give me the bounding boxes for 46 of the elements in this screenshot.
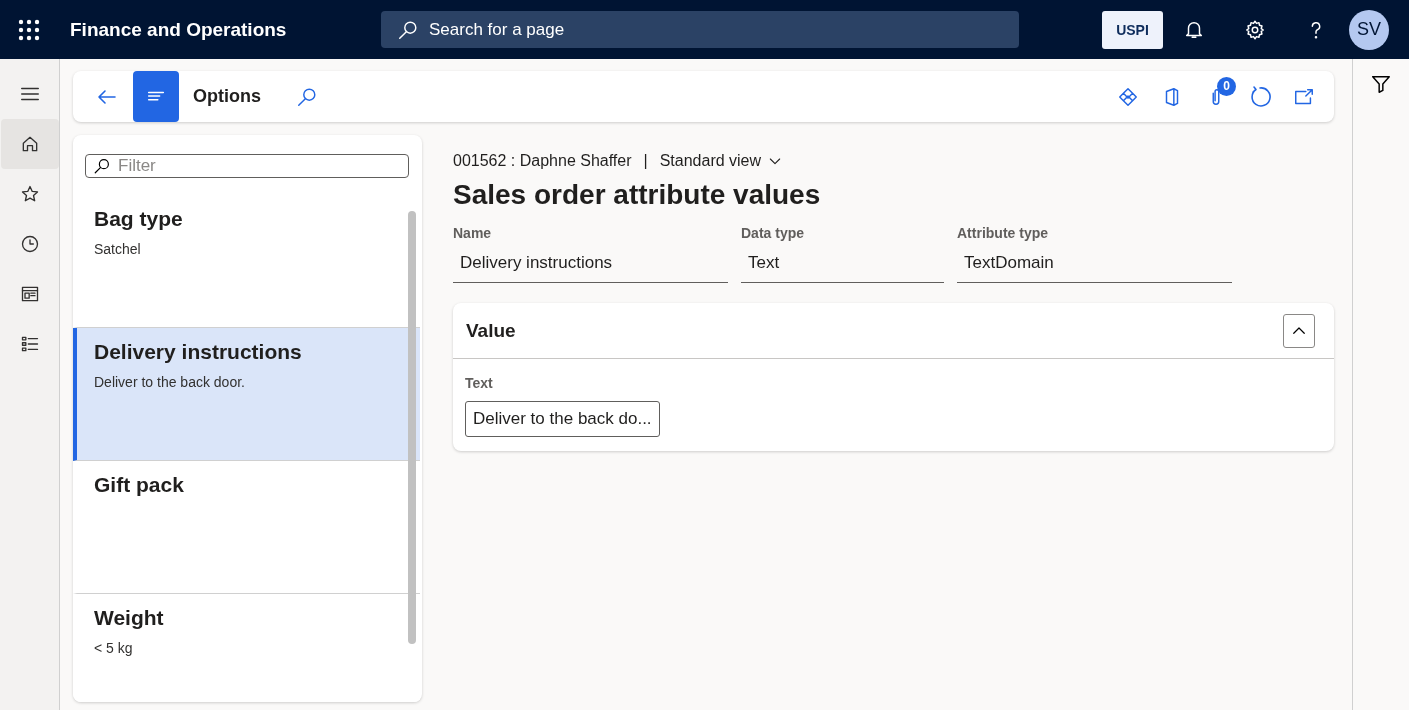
field-value[interactable]: Delivery instructions (453, 247, 728, 283)
attachments-button[interactable]: 0 (1194, 74, 1238, 119)
section-title: Value (466, 319, 516, 342)
record-label: 001562 : Daphne Shaffer (453, 152, 632, 170)
field-label: Name (453, 225, 493, 241)
filter-field[interactable]: Filter (85, 154, 409, 178)
options-list-item[interactable]: Delivery instructions Deliver to the back door. (73, 328, 420, 461)
item-value: < 5 kg (94, 640, 134, 656)
view-selector[interactable]: Standard view (659, 152, 784, 170)
settings-icon (1243, 18, 1266, 41)
item-value: Deliver to the back door. (94, 374, 246, 390)
item-title: Weight (94, 606, 165, 630)
list-icon (19, 334, 40, 354)
field-label: Text (465, 375, 493, 391)
item-value: Satchel (94, 241, 142, 257)
field-label: Attribute type (957, 225, 1049, 241)
home-nav-button[interactable] (0, 119, 59, 169)
app-title: Finance and Operations (70, 18, 288, 41)
refresh-icon (1248, 84, 1272, 109)
search-field[interactable]: Search for a page (381, 11, 1019, 48)
collapse-button[interactable] (1283, 313, 1315, 348)
search-icon (93, 157, 111, 175)
options-list-item[interactable]: Bag type Satchel (73, 195, 420, 328)
field-label: Data type (741, 225, 806, 241)
item-title: Gift pack (94, 473, 185, 497)
workspace-icon (19, 284, 40, 304)
field-value[interactable]: TextDomain (957, 247, 1232, 283)
clock-icon (19, 234, 40, 254)
page-title: Options (193, 86, 261, 107)
diamond-icon (1117, 85, 1139, 108)
user-avatar[interactable]: SV (1349, 9, 1389, 50)
scrollbar-thumb[interactable] (408, 211, 416, 644)
options-pane-button[interactable] (133, 71, 179, 122)
form-title: Sales order attribute values (453, 179, 822, 211)
options-list-item[interactable]: Weight < 5 kg (73, 594, 420, 702)
company-button[interactable]: USPI (1102, 10, 1163, 49)
field-value[interactable]: Text (741, 247, 944, 283)
filter-icon (1370, 73, 1392, 95)
options-list-item[interactable]: Gift pack (73, 461, 420, 594)
item-title: Delivery instructions (94, 340, 303, 364)
count-badge: 0 (1217, 76, 1236, 96)
separator: | (643, 152, 648, 170)
item-title: Bag type (94, 207, 184, 231)
star-icon (19, 184, 40, 204)
app-launcher-icon[interactable] (18, 18, 40, 41)
text-field[interactable]: Deliver to the back do... (465, 401, 660, 437)
